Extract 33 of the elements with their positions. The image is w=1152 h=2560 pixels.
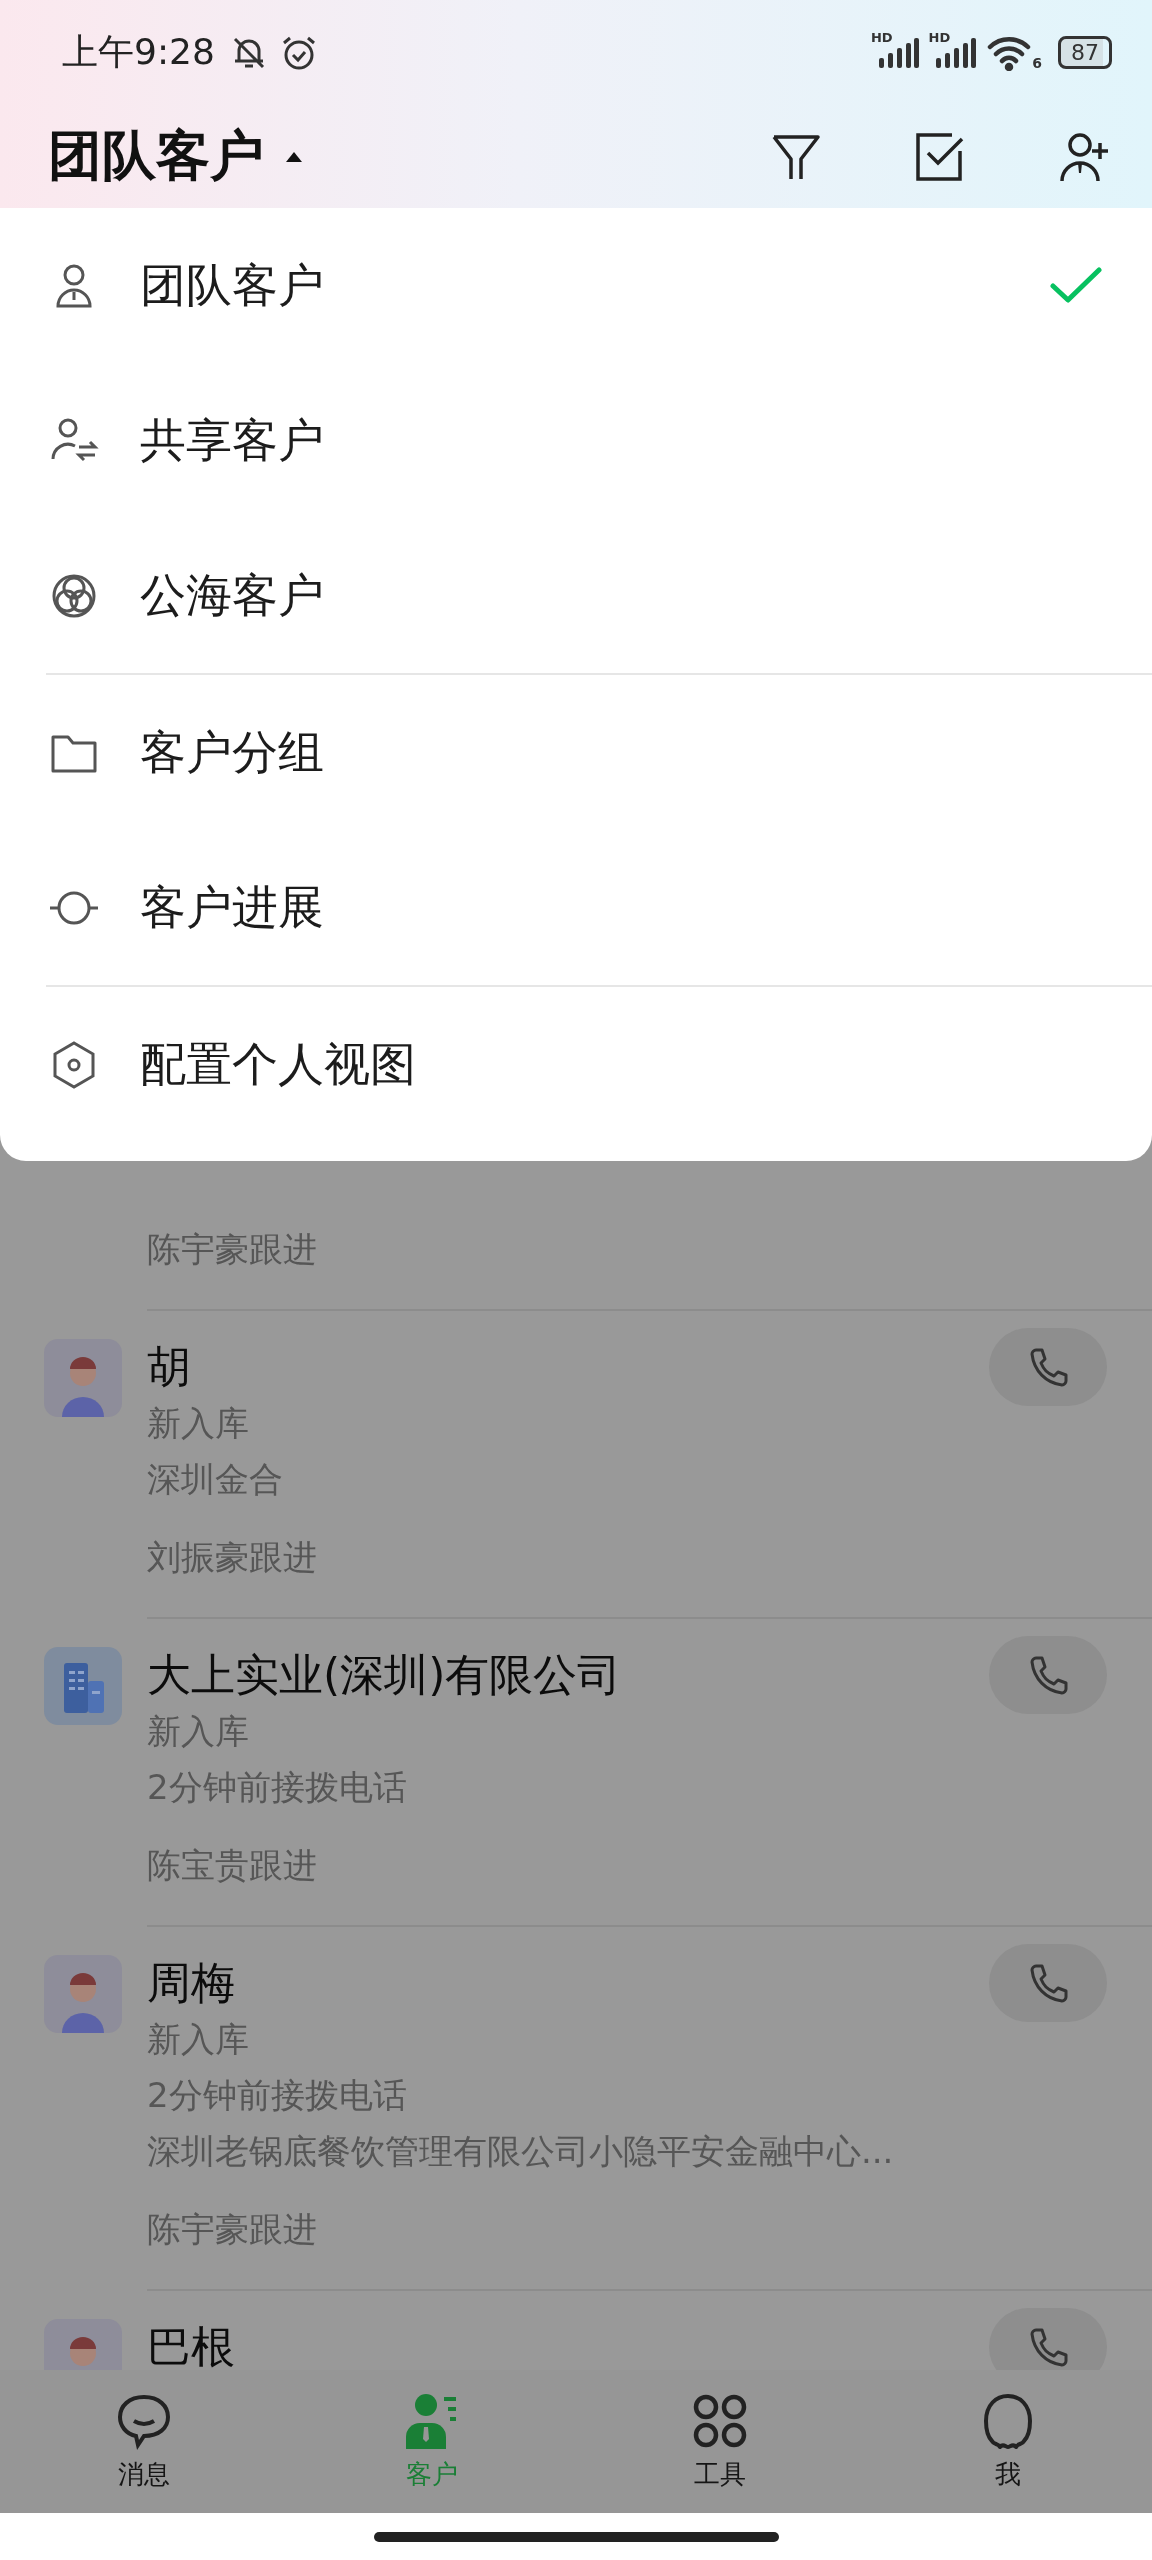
follower-text: 刘振豪跟进 (147, 1536, 317, 1579)
follower-text: 陈宇豪跟进 (147, 1228, 317, 1271)
customer-detail: 深圳老锅底餐饮管理有限公司小隐平安金融中心... (147, 2130, 894, 2173)
menu-item[interactable]: 客户进展 (0, 830, 1152, 985)
menu-item[interactable]: 客户分组 (0, 675, 1152, 830)
customer-status: 新入库 (147, 1710, 250, 1753)
tab-item[interactable]: 消息 (0, 2370, 288, 2513)
view-selector[interactable]: 团队客户 (48, 120, 304, 193)
battery-icon: 87 (1058, 36, 1112, 69)
call-button[interactable] (989, 2308, 1107, 2370)
wifi-label: 6 (1032, 54, 1042, 71)
network-label: HD (928, 29, 951, 45)
tab-item[interactable]: 工具 (576, 2370, 864, 2513)
menu-item[interactable]: 团队客户 (0, 208, 1152, 363)
customer-detail: 2分钟前接拨电话 (147, 2074, 408, 2117)
customer-detail: 深圳金合 (147, 1458, 284, 1501)
clock-time: 上午9:28 (62, 30, 215, 74)
follower-text: 陈宝贵跟进 (147, 1844, 318, 1887)
menu-item[interactable]: 配置个人视图 (0, 987, 1152, 1142)
customer-detail: 2分钟前接拨电话 (147, 1766, 408, 1809)
customer-name: 巴根 (147, 2320, 235, 2370)
network-label: HD (870, 29, 893, 45)
customer-name: 胡 (147, 1340, 192, 1394)
menu-item[interactable]: 共享客户 (0, 363, 1152, 518)
menu-item[interactable]: 公海客户 (0, 518, 1152, 673)
follower-text: 陈宇豪跟进 (147, 2208, 318, 2251)
customer-status: 新入库 (147, 2018, 250, 2061)
customer-name: 周梅 (147, 1956, 236, 2010)
wifi-icon (986, 34, 1033, 71)
customer-name: 大上实业(深圳)有限公司 (147, 1648, 622, 1702)
customer-status: 新入库 (147, 1402, 250, 1445)
tab-item[interactable]: 我 (864, 2370, 1152, 2513)
home-indicator[interactable] (373, 2531, 779, 2542)
